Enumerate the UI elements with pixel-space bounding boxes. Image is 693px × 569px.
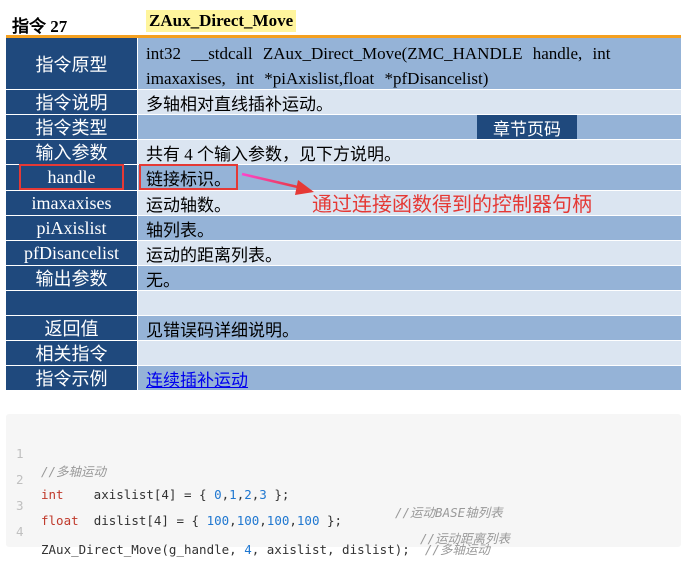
code-number: 0 [214, 487, 222, 502]
code-line: 2 int axislist[4] = { 0,1,2,3 }; //运动BAS… [16, 472, 503, 520]
code-number: 1 [229, 487, 237, 502]
code-number: 2 [244, 487, 252, 502]
row-example: 指令示例 连续插补运动 [6, 366, 681, 391]
row-label: imaxaxises [6, 191, 137, 215]
prototype-line-2: imaxaxises, int *piAxislist,float *pfDis… [146, 69, 489, 88]
chapter-page-label: 章节页码 [477, 115, 577, 139]
row-type: 指令类型 章节页码 [6, 115, 681, 140]
code-number: 3 [259, 487, 267, 502]
code-number: 100 [296, 513, 320, 528]
row-label [6, 291, 137, 315]
function-name: ZAux_Direct_Move [146, 10, 297, 32]
row-output-params: 输出参数 无。 [6, 266, 681, 291]
code-text: axislist[4] = { [63, 487, 215, 502]
row-value: 章节页码 [138, 115, 681, 139]
row-label: 指令示例 [6, 366, 137, 390]
row-pfdisancelist: pfDisancelist 运动的距离列表。 [6, 241, 681, 266]
row-related: 相关指令 [6, 341, 681, 366]
row-description: 指令说明 多轴相对直线插补运动。 [6, 90, 681, 115]
row-value: 连续插补运动 [138, 366, 681, 390]
row-value [138, 341, 681, 365]
code-text: dislist[4] = { [78, 513, 207, 528]
row-input-params: 输入参数 共有 4 个输入参数，见下方说明。 [6, 140, 681, 165]
example-link[interactable]: 连续插补运动 [146, 366, 248, 391]
row-return: 返回值 见错误码详细说明。 [6, 316, 681, 341]
code-comment: //多轴运动 [41, 464, 107, 479]
row-label: 指令原型 [6, 38, 137, 89]
annotation-text: 通过连接函数得到的控制器句柄 [312, 192, 592, 216]
header: 指令 27 ZAux_Direct_Move [6, 9, 681, 38]
row-value [138, 291, 681, 315]
instruction-number: 指令 27 [12, 17, 68, 36]
row-label: 指令说明 [6, 90, 137, 114]
row-empty [6, 291, 681, 316]
row-label: 指令类型 [6, 115, 137, 139]
code-keyword: int [41, 487, 64, 502]
code-keyword: float [41, 513, 79, 528]
row-value: 见错误码详细说明。 [138, 316, 681, 340]
row-label: 输入参数 [6, 140, 137, 164]
row-label: 输出参数 [6, 266, 137, 290]
code-comment: //运动BASE轴列表 [395, 505, 503, 520]
code-line: 4 ZAux_Direct_Move(g_handle, 4, axislist… [6, 509, 490, 557]
arrow-icon [241, 172, 314, 195]
row-label: 相关指令 [6, 341, 137, 365]
code-number: 100 [206, 513, 230, 528]
row-value: 共有 4 个输入参数，见下方说明。 [138, 140, 681, 164]
row-label: piAxislist [6, 216, 137, 240]
highlight-box-link-id [139, 164, 238, 190]
row-label: pfDisancelist [6, 241, 137, 265]
row-label: 返回值 [6, 316, 137, 340]
code-number: 100 [266, 513, 290, 528]
row-piaxislist: piAxislist 轴列表。 [6, 216, 681, 241]
row-value: 轴列表。 [138, 216, 681, 240]
code-number: 100 [236, 513, 260, 528]
code-line: 1 //多轴运动 [6, 431, 106, 479]
highlight-box-handle [19, 164, 124, 190]
code-text: }; [319, 513, 343, 528]
row-value: 无。 [138, 266, 681, 290]
row-value: 运动的距离列表。 [138, 241, 681, 265]
code-block: 1 //多轴运动 2 int axislist[4] = { 0,1,2,3 }… [6, 414, 681, 557]
row-prototype: 指令原型 int32 __stdcall ZAux_Direct_Move(ZM… [6, 38, 681, 90]
code-line: 3 float dislist[4] = { 100,100,100,100 }… [16, 498, 511, 546]
code-text: }; [266, 487, 290, 502]
row-value: 多轴相对直线插补运动。 [138, 90, 681, 114]
line-number: 4 [16, 524, 24, 539]
row-value: int32 __stdcall ZAux_Direct_Move(ZMC_HAN… [138, 38, 681, 89]
prototype-line-1: int32 __stdcall ZAux_Direct_Move(ZMC_HAN… [146, 44, 611, 63]
